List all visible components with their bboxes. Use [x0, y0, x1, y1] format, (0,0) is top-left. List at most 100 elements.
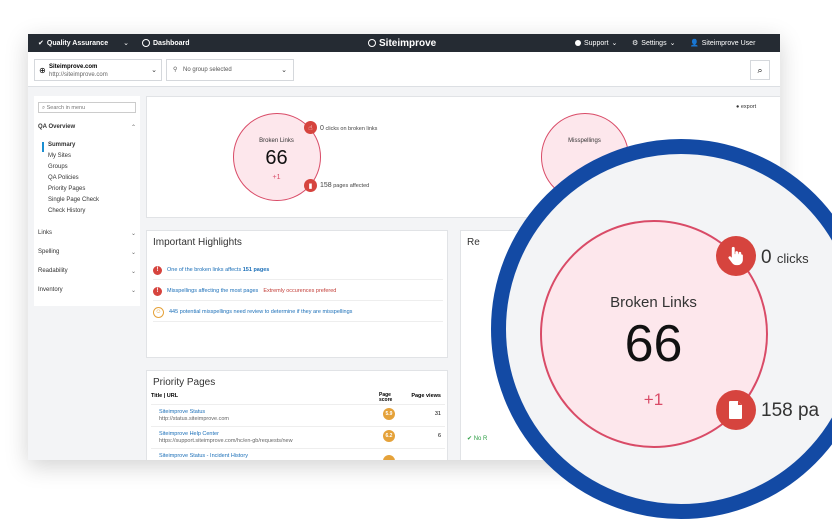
page-title-link[interactable]: Siteimprove Status [159, 409, 205, 415]
sidebar-group-label: Spelling [38, 249, 60, 255]
page-views: 31 [434, 411, 441, 417]
page-views: 6 [437, 433, 441, 439]
search-button[interactable]: ⌕ [750, 60, 770, 80]
menu-search-input[interactable]: ⌕ Search in menu [38, 102, 136, 113]
chevron-up-icon: ⌃ [130, 125, 136, 131]
export-label: export [740, 104, 757, 110]
siteimprove-logo-icon [368, 39, 376, 47]
sidebar-item-my-sites[interactable]: My Sites [48, 153, 71, 159]
hand-pointer-icon: ☝ [304, 121, 317, 134]
pages-value: 158 [320, 182, 332, 189]
brand-logo[interactable]: Siteimprove [368, 34, 436, 52]
page-title-link[interactable]: Siteimprove Status - Incident History [159, 453, 248, 459]
sidebar-group-label: QA Overview [38, 124, 76, 130]
magnified-count: 66 [624, 315, 683, 373]
sidebar-item-single-page-check[interactable]: Single Page Check [48, 197, 99, 203]
sidebar-group-label: Links [38, 230, 53, 236]
highlight-red-text: Extremly occurences prefered [263, 288, 337, 294]
top-navigation-bar: ✔ Quality Assurance ⌄ Dashboard Siteimpr… [28, 34, 780, 52]
priority-pages-panel: Priority Pages Title | URL Page score Pa… [146, 370, 448, 460]
alert-icon: ! [153, 265, 162, 275]
support-menu[interactable]: Support ⌄ [575, 34, 617, 52]
settings-label: Settings [641, 39, 667, 47]
highlight-text: 445 potential misspellings need review t… [169, 309, 353, 315]
chevron-down-icon: ⌄ [151, 67, 157, 74]
settings-menu[interactable]: ⚙ Settings ⌄ [632, 34, 675, 52]
group-placeholder: No group selected [183, 67, 232, 73]
globe-icon: ⊕ [39, 66, 46, 75]
no-results-status: ✔ No R [467, 435, 487, 442]
smiley-icon: ☺ [153, 306, 164, 318]
highlight-text: Misspellings affecting the most pages [167, 288, 259, 294]
magnified-pages-text: pa [797, 400, 820, 421]
document-icon: ▮ [304, 179, 317, 192]
menu-search-placeholder: Search in menu [46, 105, 86, 111]
column-header-title[interactable]: Title | URL [151, 393, 178, 399]
sidebar-group-qa-overview[interactable]: QA Overview ⌃ [38, 124, 136, 131]
column-header-views[interactable]: Page views [411, 393, 441, 399]
chevron-down-icon: ⌄ [281, 67, 287, 74]
qa-menu-button[interactable]: ✔ Quality Assurance ⌄ [38, 34, 129, 52]
site-url: http://siteimprove.com [49, 72, 108, 78]
chevron-down-icon: ⌄ [123, 40, 129, 47]
broken-links-label: Broken Links [259, 138, 294, 144]
sidebar-item-priority-pages[interactable]: Priority Pages [48, 186, 85, 192]
chevron-down-icon: ⌄ [130, 250, 136, 256]
page-score-badge: 6.2 [383, 430, 395, 442]
chevron-down-icon: ⌄ [130, 231, 136, 237]
alert-icon: ! [153, 286, 162, 296]
checkmark-icon: ✔ [467, 436, 473, 442]
page-url: https://support.siteimprove.com/hc/en-gb… [159, 438, 293, 444]
user-label: Siteimprove User [701, 39, 756, 47]
chevron-down-icon: ⌄ [130, 269, 136, 275]
column-header-score[interactable]: Page score [379, 393, 401, 403]
no-results-text: No R [473, 436, 488, 442]
sidebar-group-label: Inventory [38, 287, 63, 293]
sidebar-group-inventory[interactable]: Inventory ⌄ [38, 287, 136, 294]
chevron-down-icon: ⌄ [611, 40, 618, 47]
chevron-down-icon: ⌄ [130, 288, 136, 294]
highlight-bold: 151 pages [242, 267, 270, 273]
sidebar-item-groups[interactable]: Groups [48, 164, 68, 170]
clicks-text: clicks on broken links [325, 126, 378, 132]
user-menu[interactable]: 👤 Siteimprove User [690, 34, 755, 52]
highlight-row-broken-links[interactable]: ! One of the broken links affects 151 pa… [153, 261, 443, 280]
page-title-link[interactable]: Siteimprove Help Center [159, 431, 219, 437]
brand-name: Siteimprove [379, 37, 437, 49]
qa-menu-label: Quality Assurance [46, 39, 109, 47]
page-score-badge [383, 455, 395, 460]
checkmark-icon: ✔ [38, 40, 44, 47]
sidebar-item-qa-policies[interactable]: QA Policies [48, 175, 79, 181]
hand-pointer-icon [716, 236, 756, 276]
active-indicator [42, 142, 44, 152]
magnified-pages: 158 pa [761, 400, 819, 422]
table-row[interactable]: Siteimprove Status http://status.siteimp… [151, 404, 445, 425]
page-url: http://status.siteimprove.com [159, 416, 229, 422]
priority-pages-title: Priority Pages [153, 377, 216, 388]
table-row[interactable]: Siteimprove Help Center https://support.… [151, 426, 445, 447]
sidebar-group-spelling[interactable]: Spelling ⌄ [38, 249, 136, 256]
table-row[interactable]: Siteimprove Status - Incident History [151, 448, 445, 460]
document-icon [716, 390, 756, 430]
site-toolbar: ⊕ Siteimprove.com http://siteimprove.com… [28, 52, 780, 87]
support-icon [575, 40, 581, 46]
support-label: Support [584, 39, 609, 47]
site-selector[interactable]: ⊕ Siteimprove.com http://siteimprove.com… [34, 59, 162, 81]
dashboard-icon [142, 39, 150, 47]
group-selector[interactable]: ⚲ No group selected ⌄ [166, 59, 294, 81]
sidebar-item-summary[interactable]: Summary [48, 142, 75, 148]
sidebar-group-readability[interactable]: Readability ⌄ [38, 268, 136, 275]
highlight-row-potential-misspellings[interactable]: ☺ 445 potential misspellings need review… [153, 303, 443, 322]
export-button[interactable]: ● export [736, 104, 756, 110]
sidebar-group-links[interactable]: Links ⌄ [38, 230, 136, 237]
chevron-down-icon: ⌄ [669, 40, 676, 47]
sidebar-item-check-history[interactable]: Check History [48, 208, 85, 214]
sidebar-group-label: Readability [38, 268, 68, 274]
group-icon: ⚲ [173, 67, 178, 73]
search-icon: ⌕ [757, 64, 763, 75]
dashboard-button[interactable]: Dashboard [142, 34, 190, 52]
magnified-pages-value: 158 [761, 400, 793, 421]
highlight-row-misspellings[interactable]: ! Misspellings affecting the most pages … [153, 282, 443, 301]
clicks-value: 0 [320, 125, 324, 132]
export-icon: ● [736, 104, 740, 110]
